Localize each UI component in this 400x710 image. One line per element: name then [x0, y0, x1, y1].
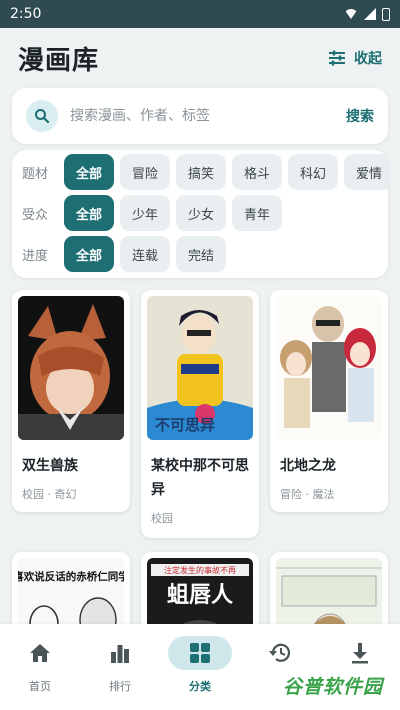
comic-title: 北地之龙 — [280, 458, 336, 474]
nav-label: 首页 — [29, 680, 51, 693]
comic-cover-title: 蛆唇人 — [167, 583, 233, 608]
filter-row-progress: 进度 全部 连载 完结 — [12, 236, 232, 272]
wifi-icon — [344, 9, 358, 19]
comic-tags: 校园 · 奇幻 — [22, 488, 77, 501]
header: 漫画库 收起 — [18, 38, 382, 78]
search-icon[interactable] — [26, 100, 58, 132]
nav-label: 排行 — [109, 680, 131, 693]
search-input[interactable] — [70, 108, 346, 124]
filter-chip[interactable]: 全部 — [64, 195, 114, 231]
status-icons — [344, 7, 390, 21]
comic-cover-title: 喜欢说反话的赤桥仁同学 — [18, 570, 124, 583]
status-bar: 2:50 — [0, 0, 400, 28]
filter-chip[interactable]: 青年 — [232, 195, 282, 231]
home-icon — [8, 636, 72, 670]
comic-title: 双生兽族 — [22, 458, 78, 474]
history-icon — [248, 636, 312, 670]
comic-cover — [276, 296, 382, 440]
filter-chip[interactable]: 完结 — [176, 236, 226, 272]
filter-chip[interactable]: 搞笑 — [176, 154, 226, 190]
search-bar: 搜索 — [12, 88, 388, 144]
filter-chip[interactable]: 全部 — [64, 154, 114, 190]
comic-cover-banner: 注定发生的事故不再 — [164, 565, 236, 575]
filter-chip[interactable]: 全部 — [64, 236, 114, 272]
comic-card[interactable]: 北地之龙 冒险 · 魔法 — [270, 290, 388, 512]
filter-chip[interactable]: 少女 — [176, 195, 226, 231]
collapse-label: 收起 — [354, 51, 382, 67]
comic-cover: 不可思异 — [147, 296, 253, 440]
filter-chip[interactable]: 爱情 — [344, 154, 388, 190]
filter-chip[interactable]: 科幻 — [288, 154, 338, 190]
ranking-icon — [88, 636, 152, 670]
filter-row-genre: 题材 全部 冒险 搞笑 格斗 科幻 爱情 — [12, 154, 388, 190]
comic-tags: 校园 — [151, 512, 173, 525]
page-title: 漫画库 — [18, 45, 100, 76]
comic-card[interactable]: 不可思异 某校中那不可思异 校园 — [141, 290, 259, 538]
filter-label: 题材 — [22, 166, 49, 182]
filter-label: 受众 — [22, 207, 49, 223]
search-button[interactable]: 搜索 — [346, 106, 374, 126]
comic-title: 某校中那不可思异 — [151, 458, 249, 498]
comic-tags: 冒险 · 魔法 — [280, 488, 335, 501]
nav-ranking[interactable]: 排行 — [84, 636, 156, 694]
category-icon — [168, 636, 232, 670]
filter-row-audience: 受众 全部 少年 少女 青年 — [12, 195, 288, 231]
status-time: 2:50 — [10, 6, 42, 22]
svg-text:不可思异: 不可思异 — [155, 416, 215, 434]
battery-icon — [382, 7, 390, 21]
filter-chip[interactable]: 连载 — [120, 236, 170, 272]
watermark-logo: 谷普软件园 — [274, 668, 392, 702]
filter-chip[interactable]: 冒险 — [120, 154, 170, 190]
nav-home[interactable]: 首页 — [4, 636, 76, 694]
comic-cover — [18, 296, 124, 440]
comic-card[interactable]: 双生兽族 校园 · 奇幻 — [12, 290, 130, 512]
download-icon — [328, 636, 392, 670]
nav-category[interactable]: 分类 — [164, 636, 236, 694]
filter-chip[interactable]: 格斗 — [232, 154, 282, 190]
nav-label: 分类 — [189, 680, 211, 693]
filter-panel: 题材 全部 冒险 搞笑 格斗 科幻 爱情 受众 全部 少年 少女 青年 进度 全… — [12, 150, 388, 278]
collapse-button[interactable]: 收起 — [328, 48, 382, 68]
filter-label: 进度 — [22, 248, 49, 264]
sliders-icon — [329, 50, 345, 66]
filter-chip[interactable]: 少年 — [120, 195, 170, 231]
signal-icon — [364, 8, 376, 20]
